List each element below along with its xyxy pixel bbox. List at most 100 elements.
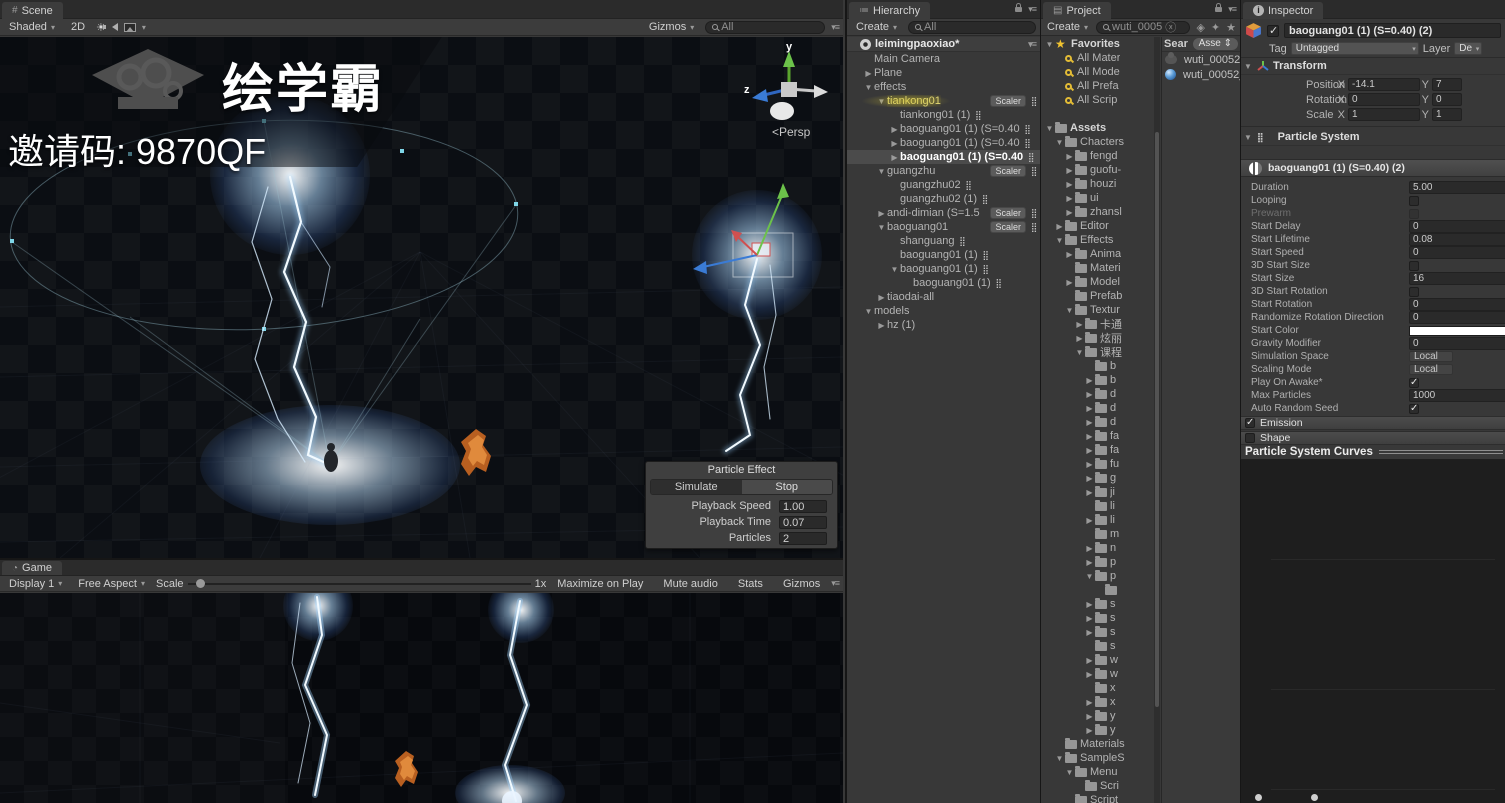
axis-orientation-gizmo[interactable]: y z <Persp (742, 41, 837, 161)
project-tree-row[interactable]: ▶ ui (1041, 191, 1154, 205)
property-value-field[interactable]: 0.08 (1409, 233, 1505, 246)
layer-dropdown[interactable]: De (1454, 42, 1483, 55)
x-value-field[interactable]: 1 (1348, 108, 1420, 121)
curve-handle-icon[interactable] (1311, 794, 1318, 801)
hierarchy-row[interactable]: shanguang ⣿ (847, 234, 1040, 248)
foldout-arrow-icon[interactable]: ▶ (1054, 222, 1065, 231)
aspect-dropdown[interactable]: Free Aspect ▾ (73, 577, 150, 591)
project-tree-row[interactable]: ▶ 卡通 (1041, 317, 1154, 331)
project-tree-row[interactable]: ▼ Textur (1041, 303, 1154, 317)
project-tree-row[interactable]: m (1041, 527, 1154, 541)
foldout-arrow-icon[interactable]: ▶ (889, 153, 900, 162)
hierarchy-row[interactable]: ▶ Plane ⣿ (847, 66, 1040, 80)
property-checkbox[interactable] (1409, 286, 1419, 297)
hierarchy-row[interactable]: ▶ tiaodai-all ⣿ (847, 290, 1040, 304)
foldout-arrow-icon[interactable]: ▶ (876, 293, 887, 302)
foldout-arrow-icon[interactable]: ▶ (1084, 460, 1095, 469)
move-gizmo[interactable] (693, 183, 794, 278)
transform-section-header[interactable]: ▼ Transform (1241, 58, 1505, 75)
scrollbar-thumb[interactable] (1155, 132, 1159, 707)
hierarchy-row[interactable]: ▶ hz (1) ⣿ (847, 318, 1040, 332)
tab-project[interactable]: ▤ Project (1043, 2, 1111, 19)
foldout-arrow-icon[interactable]: ▶ (863, 69, 874, 78)
hierarchy-row[interactable]: baoguang01 (1) ⣿ (847, 276, 1040, 290)
foldout-arrow-icon[interactable]: ▶ (1084, 698, 1095, 707)
foldout-arrow-icon[interactable]: ▼ (1054, 754, 1065, 763)
hierarchy-row[interactable]: guangzhu02 ⣿ (847, 178, 1040, 192)
project-tree-row[interactable]: ▶ houzi (1041, 177, 1154, 191)
property-checkbox[interactable] (1409, 403, 1419, 414)
game-panel-menu-icon[interactable]: ▾≡ (831, 578, 840, 589)
results-filter-dropdown[interactable]: Asse ⇕ (1192, 38, 1238, 50)
gizmos-dropdown[interactable]: Gizmos ▾ (644, 20, 699, 34)
hierarchy-row[interactable]: ▼ guangzhu Scaler ⣿ (847, 164, 1040, 178)
hierarchy-row[interactable]: ▶ baoguang01 (1) (S=0.40 ⣿ (847, 122, 1040, 136)
project-tree-row[interactable]: ▶ fa (1041, 443, 1154, 457)
project-tree-row[interactable]: ▼ p (1041, 569, 1154, 583)
project-tree-row[interactable]: ▶ fu (1041, 457, 1154, 471)
search-by-type-icon[interactable]: ◈ (1196, 21, 1204, 34)
scene-panel-menu-icon[interactable]: ▾≡ (831, 22, 840, 33)
project-tree-row[interactable]: ▶ d (1041, 387, 1154, 401)
foldout-arrow-icon[interactable]: ▶ (1084, 712, 1095, 721)
foldout-arrow-icon[interactable]: ▶ (1064, 152, 1075, 161)
project-tree-row[interactable]: ▶ Anima (1041, 247, 1154, 261)
foldout-arrow-icon[interactable]: ▼ (889, 265, 900, 274)
property-checkbox[interactable] (1409, 208, 1419, 219)
scale-slider-thumb[interactable] (195, 578, 205, 588)
foldout-arrow-icon[interactable]: ▼ (1084, 572, 1095, 581)
foldout-arrow-icon[interactable]: ▶ (1084, 404, 1095, 413)
tab-scene[interactable]: # Scene (2, 2, 63, 19)
project-search-input[interactable]: wuti_0005 ⓧ (1096, 19, 1191, 35)
project-tree-row[interactable]: Prefab (1041, 289, 1154, 303)
project-tree-row[interactable]: ▶ w (1041, 653, 1154, 667)
project-tree-row[interactable]: ▶ w (1041, 667, 1154, 681)
hierarchy-row[interactable]: ▼ baoguang01 (1) ⣿ (847, 262, 1040, 276)
effects-toggle-icon[interactable] (123, 22, 136, 32)
simulate-button[interactable]: Simulate (651, 480, 742, 494)
foldout-arrow-icon[interactable]: ▶ (1084, 474, 1095, 483)
foldout-arrow-icon[interactable]: ▶ (1064, 166, 1075, 175)
hierarchy-scene-row[interactable]: leimingpaoxiao* ▾≡ (847, 37, 1040, 52)
project-tree-row[interactable]: ▶ 炫丽 (1041, 331, 1154, 345)
project-tree-row[interactable]: ▶ p (1041, 555, 1154, 569)
project-tree-row[interactable]: ▶ s (1041, 597, 1154, 611)
project-tree-row[interactable]: All Mater (1041, 51, 1154, 65)
hierarchy-create-dropdown[interactable]: Create ▾ (851, 20, 902, 34)
tag-dropdown[interactable]: Untagged (1290, 42, 1419, 56)
project-tree-row[interactable]: ▶ ji (1041, 485, 1154, 499)
foldout-arrow-icon[interactable]: ▶ (1084, 614, 1095, 623)
foldout-arrow-icon[interactable]: ▼ (1064, 768, 1075, 777)
property-value-field[interactable]: 5.00 (1409, 181, 1505, 194)
foldout-arrow-icon[interactable]: ▼ (1074, 348, 1085, 357)
toggle-2d-button[interactable]: 2D (66, 21, 90, 33)
project-tree-row[interactable]: ▶ Model (1041, 275, 1154, 289)
lock-icon[interactable] (1215, 3, 1223, 12)
particle-system-section-header[interactable]: ▼ ⣿ Particle System (1241, 129, 1505, 146)
property-dropdown[interactable]: Local (1409, 351, 1453, 362)
foldout-arrow-icon[interactable]: ▶ (1064, 194, 1075, 203)
foldout-arrow-icon[interactable]: ▶ (1084, 446, 1095, 455)
hierarchy-row[interactable]: Main Camera ⣿ (847, 52, 1040, 66)
y-value-field[interactable]: 7 (1432, 78, 1462, 91)
x-value-field[interactable]: 0 (1348, 93, 1420, 106)
shape-module-bar[interactable]: Shape (1241, 431, 1505, 445)
foldout-arrow-icon[interactable]: ▶ (1084, 432, 1095, 441)
foldout-arrow-icon[interactable]: ▶ (1064, 278, 1075, 287)
project-tree-scrollbar[interactable] (1154, 37, 1160, 803)
foldout-arrow-icon[interactable]: ▼ (876, 223, 887, 232)
audio-toggle-icon[interactable] (102, 23, 118, 31)
shape-checkbox[interactable] (1245, 433, 1255, 443)
project-tree-row[interactable]: All Scrip (1041, 93, 1154, 107)
project-tree-row[interactable]: s (1041, 639, 1154, 653)
emission-checkbox[interactable] (1245, 417, 1255, 428)
search-result-row[interactable]: wuti_00052 (1162, 52, 1240, 67)
lock-icon[interactable] (1015, 3, 1023, 12)
clear-search-icon[interactable]: ⓧ (1165, 19, 1176, 35)
hierarchy-row[interactable]: ▶ baoguang01 (1) (S=0.40 ⣿ (847, 136, 1040, 150)
project-tree-row[interactable]: ▶ d (1041, 415, 1154, 429)
property-checkbox[interactable] (1409, 260, 1419, 271)
particle-curves-area[interactable] (1241, 459, 1505, 803)
tab-hierarchy[interactable]: ≔ Hierarchy (849, 2, 931, 19)
project-tree-row[interactable]: ▶ y (1041, 723, 1154, 737)
